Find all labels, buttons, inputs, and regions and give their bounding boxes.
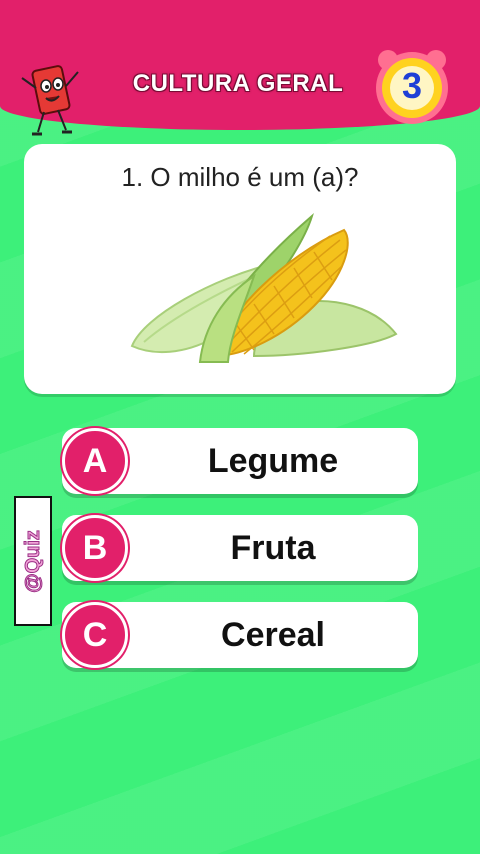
- answer-option-b[interactable]: B Fruta: [62, 515, 418, 581]
- option-letter-badge: B: [62, 515, 128, 581]
- option-label: Fruta: [230, 528, 316, 567]
- corn-image: [130, 213, 398, 363]
- book-mascot-icon: [21, 65, 79, 136]
- countdown-number: 3: [401, 65, 423, 106]
- option-letter-badge: A: [62, 428, 128, 494]
- option-label: Cereal: [221, 615, 325, 654]
- question-text: 1. O milho é um (a)?: [121, 162, 359, 192]
- watermark-text: @Quiz: [21, 529, 44, 593]
- channel-watermark: @Quiz: [14, 496, 52, 626]
- question-card: 1. O milho é um (a)?: [24, 144, 456, 394]
- quiz-category-title: CULTURA GERAL: [132, 70, 344, 97]
- option-letter-badge: C: [62, 602, 128, 668]
- option-label: Legume: [207, 441, 339, 480]
- answer-option-a[interactable]: A Legume: [62, 428, 418, 494]
- answer-option-c[interactable]: C Cereal: [62, 602, 418, 668]
